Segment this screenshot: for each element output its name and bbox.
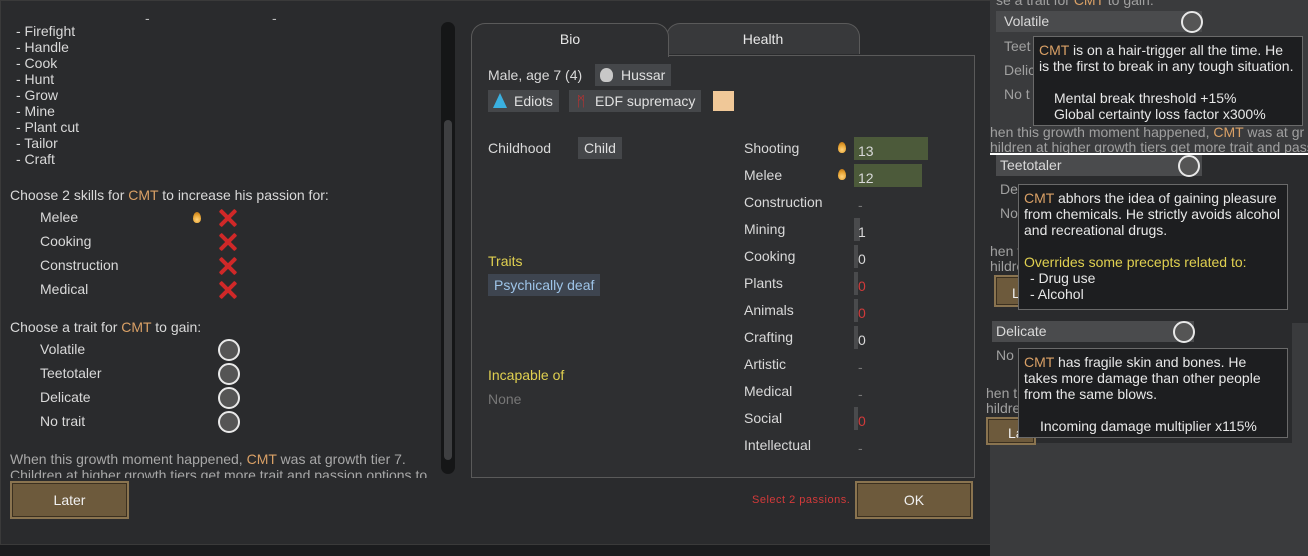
skill-value: 0 [858,332,866,348]
tab-bio[interactable]: Bio [471,23,669,57]
ghost-text: No [1000,205,1018,221]
trait-option-label: No trait [40,413,86,429]
skill-name: Shooting [744,140,800,156]
faction-icon [600,68,613,82]
choices-scroll-area: - Firefight - Handle - Cook - Hunt - Grow - M… [0,0,440,478]
trait-option-label: Delicate [40,389,91,405]
option-volatile-label: Volatile [1004,13,1050,29]
trait-option-radio[interactable] [218,387,240,409]
skill-name: Artistic [744,356,786,372]
trait-prompt: Choose a trait for CMT to gain: [10,319,202,335]
growth-tier-note-line2: Children at higher growth tiers get more… [10,467,428,478]
passion-prompt: Choose 2 skills for CMT to increase his … [10,187,329,203]
work-type-item: - Cook [16,55,58,71]
option-delicate-label: Delicate [996,323,1047,339]
growth-tier-note: When this growth moment happened, CMT wa… [10,451,406,467]
passion-flame-icon [838,142,846,153]
childhood-backstory[interactable]: Child [578,137,622,159]
skill-value: 0 [858,278,866,294]
bio-panel [471,55,975,478]
faction-name: Hussar [621,67,666,83]
skin-color-swatch [713,91,734,111]
passion-skill-label: Cooking [40,233,92,249]
skill-name: Melee [744,167,783,183]
skill-name: Animals [744,302,794,318]
skill-value: - [858,359,863,375]
skill-value: 13 [858,143,874,159]
option-teetotaler-label: Teetotaler [1000,157,1062,173]
passion-warning: Select 2 passions. [752,494,851,506]
ideoligion-name: Ediots [514,93,553,109]
trait-psychically-deaf[interactable]: Psychically deaf [488,274,601,296]
skill-name: Construction [744,194,823,210]
skill-name: Social [744,410,783,426]
work-type-item: - Craft [16,151,55,167]
passion-toggle-x-icon[interactable] [217,207,239,229]
passion-toggle-x-icon[interactable] [217,231,239,253]
ghost-text: No t [1004,86,1030,102]
volatile-radio[interactable] [1181,11,1203,33]
skill-name: Plants [744,275,783,291]
incapable-label: Incapable of [488,367,565,383]
ok-button[interactable]: OK [855,481,973,519]
work-type-item: - Handle [16,39,69,55]
passion-flame-icon [838,169,846,180]
skill-value: - [858,440,863,456]
work-type-item: - Firefight [16,23,76,39]
trait-option-label: Volatile [40,341,86,357]
skill-value: 0 [858,251,866,267]
ideoligion-role-name: EDF supremacy [595,93,696,109]
skill-value: 1 [858,224,866,240]
skill-value: - [858,197,863,213]
ghost-top-text: se a trait for CMT to gain: [996,0,1154,8]
ideoligion-icon [493,93,507,108]
teetotaler-radio[interactable] [1178,155,1200,177]
ghost-text: De [1000,181,1018,197]
skill-name: Medical [744,383,793,399]
passion-toggle-x-icon[interactable] [217,279,239,301]
ghost-text: Teet [1004,38,1031,54]
work-type-item: - Hunt [16,71,55,87]
delicate-radio[interactable] [1173,321,1195,343]
skill-name: Mining [744,221,786,237]
passion-skill-label: Construction [40,257,119,273]
work-type-item: - Mine [16,103,55,119]
childhood-label: Childhood [488,140,552,156]
skill-name: Crafting [744,329,794,345]
ideoligion-role-chip[interactable]: ᛗ EDF supremacy [569,90,702,112]
passion-flame-icon [193,212,201,223]
ghost-text: Delic [1004,62,1036,78]
passion-toggle-x-icon[interactable] [217,255,239,277]
ideoligion-chip[interactable]: Ediots [488,90,559,112]
later-button[interactable]: Later [10,481,129,519]
work-type-item: - Tailor [16,135,58,151]
faction-chip[interactable]: Hussar [595,64,672,86]
delicate-tooltip: CMT has fragile skin and bones. He takes… [1018,348,1288,438]
trait-option-radio[interactable] [218,363,240,385]
tab-health[interactable]: Health [666,23,860,54]
ghost-growth-note: hen this growth moment happened, CMT was… [990,124,1305,140]
left-scrollbar-thumb[interactable] [444,120,452,460]
skill-value: - [858,386,863,402]
trait-option-radio[interactable] [218,339,240,361]
incapable-value: None [488,391,522,407]
passion-skill-label: Melee [40,209,79,225]
trait-option-radio[interactable] [218,411,240,433]
teetotaler-tooltip: CMT abhors the idea of gaining pleasure … [1018,184,1288,310]
traits-label: Traits [488,253,523,269]
skill-value: 12 [858,170,874,186]
skill-name: Intellectual [744,437,811,453]
skill-name: Cooking [744,248,796,264]
skill-value: 0 [858,305,866,321]
ideo-symbol-icon: ᛗ [576,93,586,109]
pawn-summary: Male, age 7 (4) [488,67,583,83]
work-type-item: - Plant cut [16,119,80,135]
skill-value: 0 [858,413,866,429]
work-type-item: - Grow [16,87,58,103]
passion-skill-label: Medical [40,281,89,297]
trait-option-label: Teetotaler [40,365,102,381]
volatile-tooltip: CMT is on a hair-trigger all the time. H… [1033,36,1303,126]
